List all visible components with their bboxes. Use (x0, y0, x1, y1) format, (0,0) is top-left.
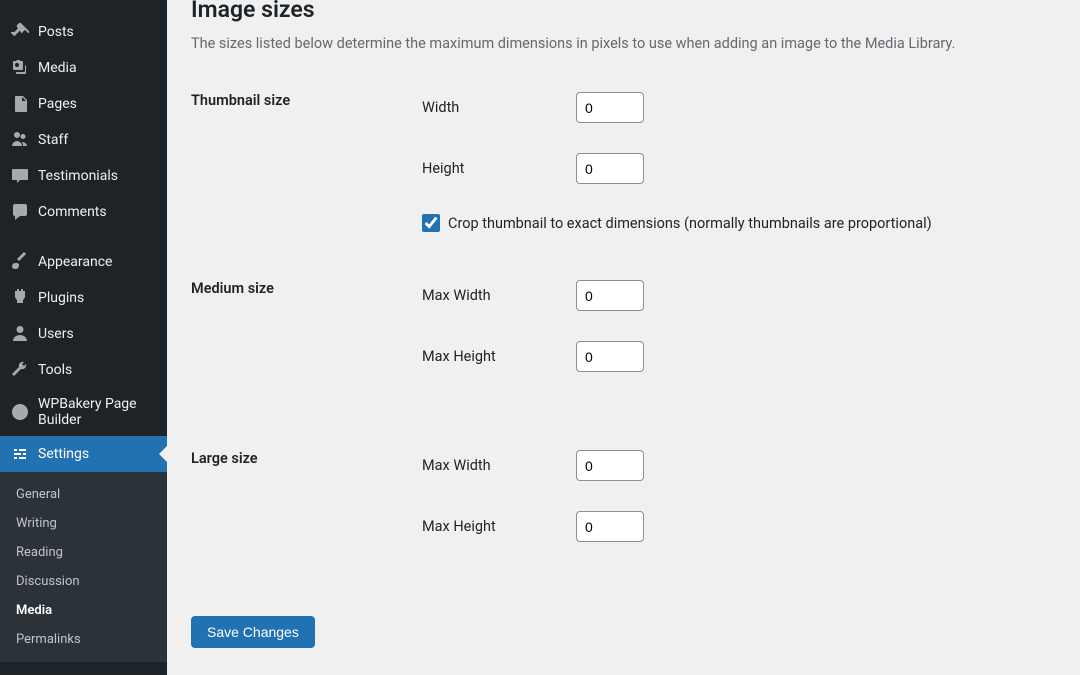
comment-icon (10, 202, 30, 222)
large-width-input[interactable] (576, 450, 644, 481)
sidebar-item-label: Tools (38, 362, 72, 378)
submenu-item-reading[interactable]: Reading (0, 538, 167, 567)
pages-icon (10, 94, 30, 114)
crop-checkbox[interactable] (422, 214, 440, 232)
submenu-item-permalinks[interactable]: Permalinks (0, 625, 167, 654)
admin-sidebar: Posts Media Pages Staff Testimonials Com… (0, 0, 167, 675)
crop-label: Crop thumbnail to exact dimensions (norm… (448, 215, 932, 232)
menu-separator (0, 230, 167, 244)
testimonial-icon (10, 166, 30, 186)
sidebar-item-users[interactable]: Users (0, 316, 167, 352)
brush-icon (10, 252, 30, 272)
sidebar-item-label: Comments (38, 204, 107, 220)
sidebar-item-label: Media (38, 60, 77, 76)
plug-icon (10, 288, 30, 308)
sidebar-item-label: Testimonials (38, 168, 118, 184)
thumbnail-label: Thumbnail size (191, 92, 422, 262)
large-section: Large size Max Width Max Height (191, 450, 1056, 572)
width-label: Width (422, 99, 576, 116)
max-width-label: Max Width (422, 287, 576, 304)
sidebar-item-testimonials[interactable]: Testimonials (0, 158, 167, 194)
sidebar-item-settings[interactable]: Settings (0, 436, 167, 472)
settings-icon (10, 444, 30, 464)
large-height-input[interactable] (576, 511, 644, 542)
user-icon (10, 324, 30, 344)
sidebar-item-staff[interactable]: Staff (0, 122, 167, 158)
height-label: Height (422, 160, 576, 177)
settings-submenu: General Writing Reading Discussion Media… (0, 472, 167, 662)
sidebar-item-comments[interactable]: Comments (0, 194, 167, 230)
wrench-icon (10, 360, 30, 380)
sidebar-item-label: Plugins (38, 290, 84, 306)
thumbnail-width-input[interactable] (576, 92, 644, 123)
sidebar-item-tools[interactable]: Tools (0, 352, 167, 388)
page-description: The sizes listed below determine the max… (191, 35, 1056, 52)
sidebar-item-appearance[interactable]: Appearance (0, 244, 167, 280)
medium-width-input[interactable] (576, 280, 644, 311)
sidebar-item-wpbakery[interactable]: WPBakery Page Builder (0, 388, 167, 436)
sidebar-item-label: Posts (38, 24, 74, 40)
wpbakery-icon (10, 402, 30, 422)
submenu-item-media[interactable]: Media (0, 596, 167, 625)
sidebar-item-label: Staff (38, 132, 68, 148)
medium-section: Medium size Max Width Max Height (191, 280, 1056, 402)
save-button[interactable]: Save Changes (191, 616, 315, 648)
sidebar-item-label: Pages (38, 96, 77, 112)
max-height-label: Max Height (422, 518, 576, 535)
submenu-item-discussion[interactable]: Discussion (0, 567, 167, 596)
main-content: Image sizes The sizes listed below deter… (167, 0, 1080, 675)
medium-height-input[interactable] (576, 341, 644, 372)
sidebar-item-media[interactable]: Media (0, 50, 167, 86)
users-icon (10, 130, 30, 150)
sidebar-item-plugins[interactable]: Plugins (0, 280, 167, 316)
sidebar-item-label: Users (38, 326, 74, 342)
thumbnail-section: Thumbnail size Width Height Crop thumbna… (191, 92, 1056, 262)
submenu-item-writing[interactable]: Writing (0, 509, 167, 538)
sidebar-item-pages[interactable]: Pages (0, 86, 167, 122)
large-label: Large size (191, 450, 422, 572)
sidebar-item-posts[interactable]: Posts (0, 14, 167, 50)
medium-label: Medium size (191, 280, 422, 402)
thumbnail-height-input[interactable] (576, 153, 644, 184)
media-icon (10, 58, 30, 78)
max-height-label: Max Height (422, 348, 576, 365)
sidebar-item-label: WPBakery Page Builder (38, 396, 157, 428)
pin-icon (10, 22, 30, 42)
page-title: Image sizes (191, 0, 1056, 23)
sidebar-item-label: Settings (38, 446, 89, 462)
sidebar-item-label: Appearance (38, 254, 112, 270)
submenu-item-general[interactable]: General (0, 480, 167, 509)
max-width-label: Max Width (422, 457, 576, 474)
